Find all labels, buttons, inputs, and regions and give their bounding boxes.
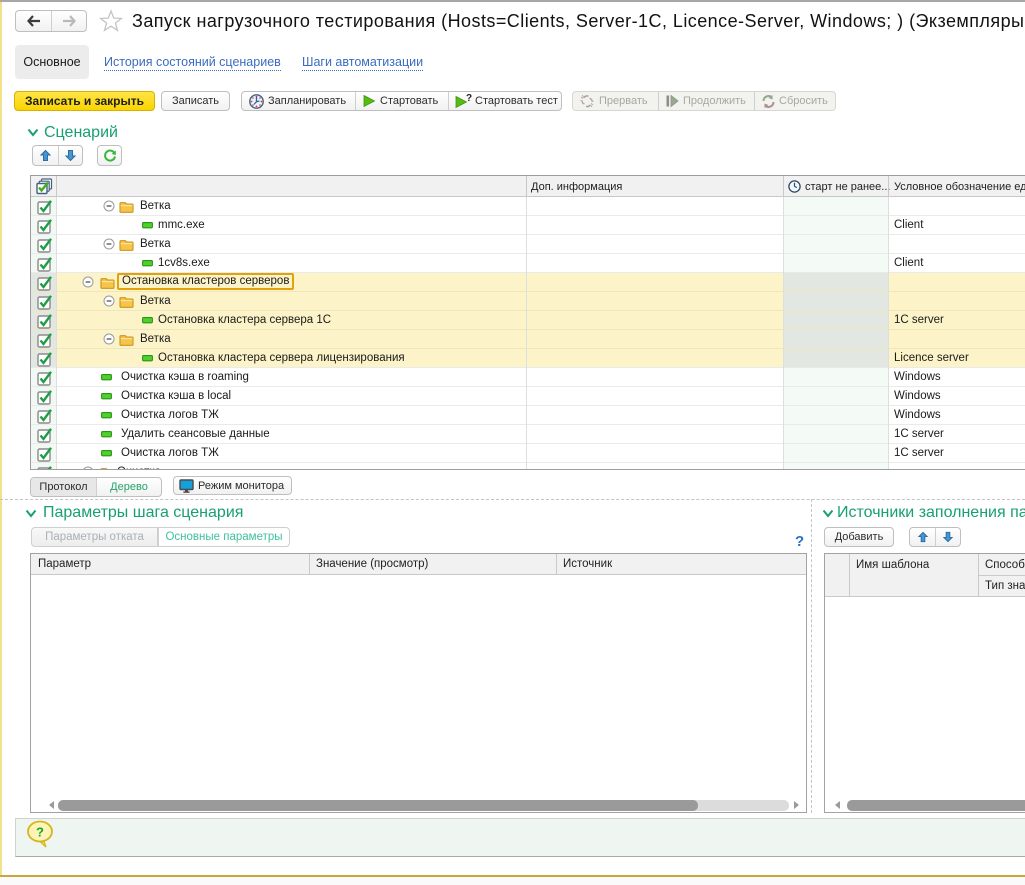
svg-text:?: ? — [466, 94, 472, 104]
svg-text:?: ? — [36, 825, 44, 840]
